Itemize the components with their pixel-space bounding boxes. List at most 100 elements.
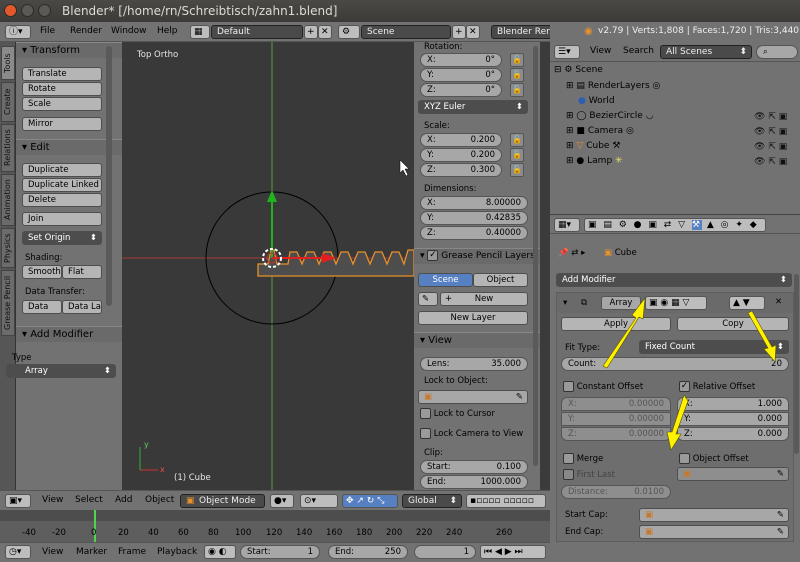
grease-pencil-checkbox[interactable]: ✓ — [427, 250, 439, 261]
constant-y-field[interactable]: Y: 0.00000 — [561, 412, 671, 426]
dimension-z-field[interactable]: Z: 0.40000 — [420, 226, 528, 240]
close-window-button[interactable] — [4, 4, 17, 17]
new-grease-button[interactable]: + New — [440, 292, 528, 306]
render-camera-icon[interactable]: ▣ — [779, 112, 788, 122]
new-layer-button[interactable]: New Layer — [418, 311, 528, 325]
menu-frame[interactable]: Frame — [118, 547, 146, 557]
dimension-y-field[interactable]: Y: 0.42835 — [420, 211, 528, 225]
object-offset-checkbox[interactable]: Object Offset — [679, 453, 749, 464]
duplicate-button[interactable]: Duplicate — [22, 163, 102, 177]
view-panel-header[interactable]: ▾ View — [414, 332, 540, 348]
pin-icon[interactable]: 📌 ⇄ ▸ — [558, 248, 585, 258]
modifier-display-toggles[interactable]: ▣ ◉ ▦ ▽ — [645, 296, 707, 310]
set-origin-dropdown[interactable]: Set Origin ⬍ — [22, 231, 102, 245]
render-camera-icon[interactable]: ▣ — [779, 157, 788, 167]
outliner-item-scene[interactable]: ⊟ ⚙ Scene — [554, 63, 603, 78]
data-layout-button[interactable]: Data La — [62, 300, 102, 314]
lock-icon[interactable]: 🔓 — [510, 163, 524, 177]
collapse-arrow-icon[interactable]: ▾ — [563, 298, 567, 308]
add-scene-icon[interactable]: + — [452, 25, 466, 39]
restrict-row[interactable]: 👁 ⇱ ▣ — [754, 155, 787, 170]
duplicate-linked-button[interactable]: Duplicate Linked — [22, 178, 102, 192]
add-modifier-panel-header[interactable]: ▾ Add Modifier — [16, 326, 122, 342]
scene-field[interactable]: Scene — [361, 25, 451, 39]
tab-create[interactable]: Create — [1, 82, 15, 122]
toolshelf-scrollbar[interactable] — [106, 46, 112, 306]
rotation-y-field[interactable]: Y: 0° — [420, 68, 502, 82]
menu-file[interactable]: File — [40, 26, 55, 36]
npanel-scrollbar[interactable] — [533, 46, 538, 466]
layout-icon[interactable]: ▦ — [190, 25, 210, 39]
menu-render[interactable]: Render — [70, 26, 102, 36]
eye-icon[interactable]: 👁 — [754, 142, 765, 152]
tab-relations[interactable]: Relations — [1, 124, 15, 172]
menu-playback[interactable]: Playback — [157, 547, 197, 557]
outliner-item-lamp[interactable]: ⊞ ● Lamp ✳ — [566, 154, 623, 169]
layer-buttons[interactable]: ▪▫▫▫▫ ▫▫▫▫▫ — [466, 494, 546, 508]
shading-mode-icon[interactable]: ●▾ — [270, 494, 294, 508]
count-field[interactable]: Count: 20 — [561, 357, 789, 371]
end-cap-field[interactable]: ▣ ✎ — [639, 525, 789, 539]
lock-to-cursor-checkbox[interactable]: Lock to Cursor — [420, 408, 495, 419]
lock-icon[interactable]: 🔓 — [510, 83, 524, 97]
cursor-select-icon[interactable]: ⇱ — [768, 112, 776, 122]
scale-x-field[interactable]: X: 0.200 — [420, 133, 502, 147]
eye-icon[interactable]: 👁 — [754, 157, 765, 167]
restrict-row[interactable]: 👁 ⇱ ▣ — [754, 125, 787, 140]
constant-x-field[interactable]: X: 0.00000 — [561, 397, 671, 411]
pencil-icon[interactable]: ✎ — [418, 292, 438, 306]
copy-button[interactable]: Copy — [677, 317, 789, 331]
relative-offset-checkbox[interactable]: ✓ Relative Offset — [679, 381, 755, 392]
modifier-name-field[interactable]: Array — [601, 296, 641, 310]
minimize-window-button[interactable] — [21, 4, 34, 17]
scale-button[interactable]: Scale — [22, 97, 102, 111]
scene-icon[interactable]: ⚙ — [338, 25, 360, 39]
maximize-window-button[interactable] — [38, 4, 51, 17]
fit-type-dropdown[interactable]: Fixed Count ⬍ — [639, 340, 789, 354]
current-frame-field[interactable]: 1 — [414, 545, 476, 559]
add-modifier-dropdown[interactable]: Add Modifier ⬍ — [556, 273, 792, 287]
constant-z-field[interactable]: Z: 0.00000 — [561, 427, 671, 441]
merge-checkbox[interactable]: Merge — [563, 453, 603, 464]
first-last-checkbox[interactable]: First Last — [563, 469, 615, 480]
mode-dropdown[interactable]: ▣ Object Mode — [180, 494, 265, 508]
modifier-tab-icon[interactable]: ⚒ — [691, 220, 702, 230]
lock-icon[interactable]: 🔓 — [510, 68, 524, 82]
dimension-x-field[interactable]: X: 8.00000 — [420, 196, 528, 210]
distance-field[interactable]: Distance: 0.0100 — [561, 485, 671, 499]
outliner-item-beziercircle[interactable]: ⊞ ◯ BezierCircle ◡ — [566, 109, 654, 124]
eye-icon[interactable]: 👁 — [754, 127, 765, 137]
lock-icon[interactable]: 🔓 — [510, 148, 524, 162]
menu-timeline-view[interactable]: View — [42, 547, 63, 557]
cursor-select-icon[interactable]: ⇱ — [768, 142, 776, 152]
menu-search[interactable]: Search — [623, 46, 654, 56]
menu-marker[interactable]: Marker — [76, 547, 107, 557]
outliner-search-input[interactable]: ⌕ — [756, 45, 798, 59]
menu-add[interactable]: Add — [115, 495, 132, 505]
grease-scene-tab[interactable]: Scene — [418, 273, 473, 287]
translate-button[interactable]: Translate — [22, 67, 102, 81]
rotation-mode-dropdown[interactable]: XYZ Euler ⬍ — [418, 100, 528, 114]
remove-scene-icon[interactable]: ✕ — [466, 25, 480, 39]
remove-layout-icon[interactable]: ✕ — [318, 25, 332, 39]
add-layout-icon[interactable]: + — [304, 25, 318, 39]
rotate-button[interactable]: Rotate — [22, 82, 102, 96]
relative-x-field[interactable]: X: 1.000 — [677, 397, 789, 411]
tab-physics[interactable]: Physics — [1, 228, 15, 268]
start-cap-field[interactable]: ▣ ✎ — [639, 508, 789, 522]
properties-scrollbar[interactable] — [794, 274, 799, 454]
move-modifier-buttons[interactable]: ▲ ▼ — [729, 296, 765, 310]
record-icon[interactable]: ◉ ◐ — [204, 545, 236, 559]
tab-grease-pencil[interactable]: Grease Pencil — [1, 270, 15, 336]
restrict-row[interactable]: 👁 ⇱ ▣ — [754, 140, 787, 155]
join-button[interactable]: Join — [22, 212, 102, 226]
timeline[interactable]: -40 -20 0 20 40 60 80 100 120 140 160 18… — [0, 510, 550, 542]
orientation-dropdown[interactable]: Global ⬍ — [402, 494, 462, 508]
lock-icon[interactable]: 🔓 — [510, 133, 524, 147]
outliner-item-world[interactable]: ● World — [578, 94, 615, 109]
properties-context-tabs[interactable]: ▣ ▤ ⚙ ● ▣ ⇄ ▽ ⚒ ▲ ◎ ✦ ◆ — [584, 218, 766, 232]
3d-viewport[interactable]: Top Ortho (1) Cube x y — [122, 42, 414, 490]
editor-type-outliner-icon[interactable]: ☰▾ — [554, 45, 580, 59]
editor-type-properties-icon[interactable]: ▦▾ — [554, 218, 580, 232]
outliner-filter-dropdown[interactable]: All Scenes ⬍ — [660, 45, 752, 59]
